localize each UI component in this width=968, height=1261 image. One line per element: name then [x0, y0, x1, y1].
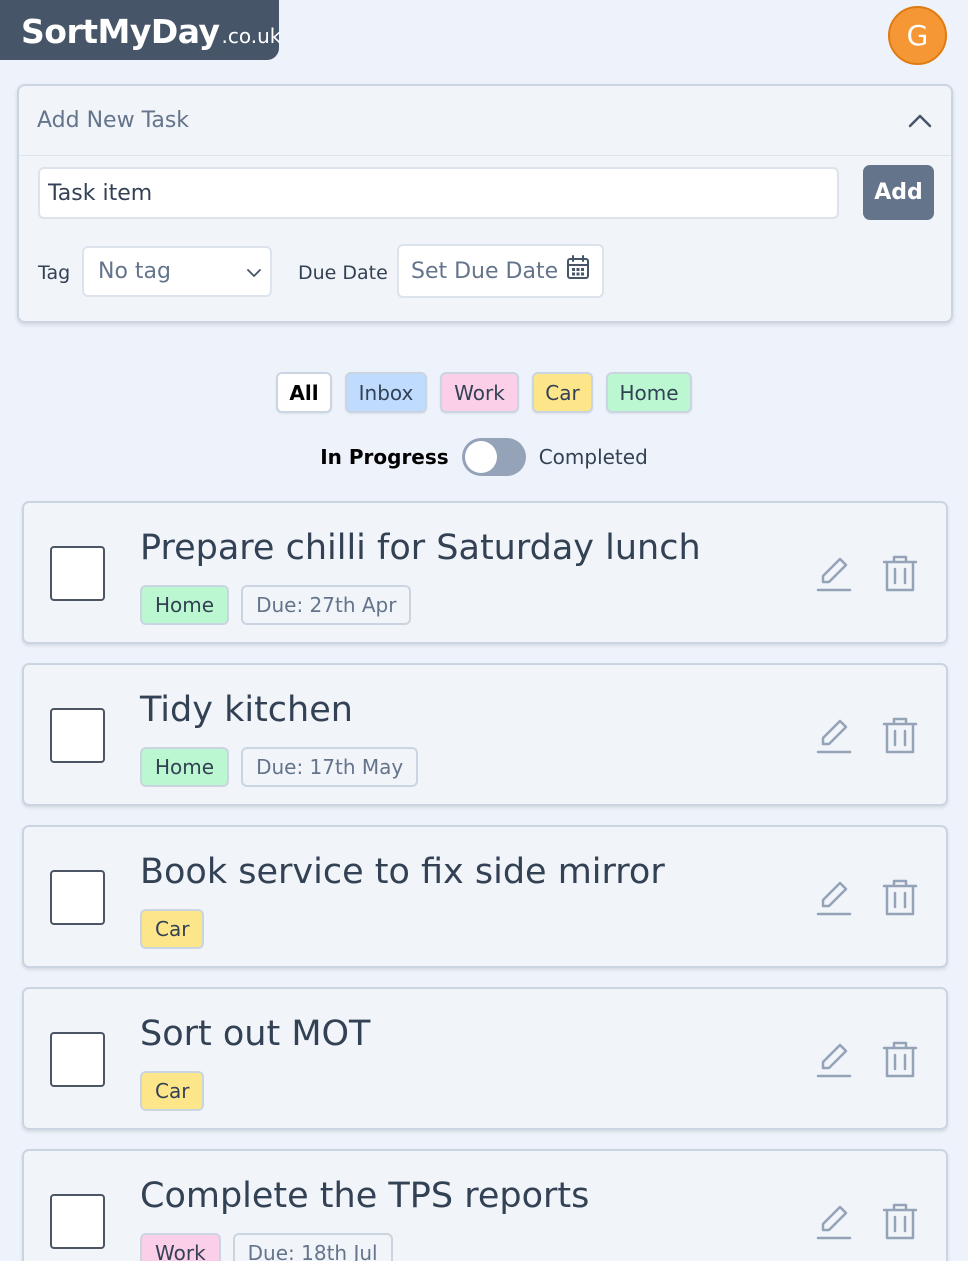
due-date-label: Due Date: [298, 262, 388, 284]
avatar[interactable]: G: [888, 6, 947, 65]
task-checkbox[interactable]: [50, 1032, 105, 1087]
task-checkbox[interactable]: [50, 546, 105, 601]
status-toggle[interactable]: [461, 438, 526, 476]
add-task-header[interactable]: Add New Task: [19, 86, 951, 156]
trash-icon[interactable]: [882, 715, 918, 755]
task-item: Book service to fix side mirror Car: [22, 825, 948, 968]
task-item: Complete the TPS reports Work Due: 18th …: [22, 1149, 948, 1261]
add-task-panel: Add New Task Add Tag No tag Due Date Set…: [17, 84, 953, 323]
site-logo[interactable]: SortMyDay .co.uk: [0, 0, 282, 60]
filter-inbox[interactable]: Inbox: [345, 372, 427, 413]
chevron-down-icon: [246, 259, 262, 284]
edit-icon[interactable]: [816, 715, 852, 755]
trash-icon[interactable]: [882, 877, 918, 917]
task-title: Book service to fix side mirror: [140, 852, 665, 892]
tag-select[interactable]: No tag: [82, 246, 272, 297]
in-progress-label: In Progress: [320, 445, 449, 469]
chevron-up-icon[interactable]: [907, 108, 933, 134]
task-tag-badge: Home: [140, 747, 230, 787]
task-tag-badge: Car: [140, 909, 205, 949]
task-tag-badge: Home: [140, 585, 230, 625]
edit-icon[interactable]: [816, 553, 852, 593]
task-item: Tidy kitchen Home Due: 17th May: [22, 663, 948, 806]
filter-car[interactable]: Car: [532, 372, 593, 413]
task-item: Prepare chilli for Saturday lunch Home D…: [22, 501, 948, 644]
task-item: Sort out MOT Car: [22, 987, 948, 1130]
task-tag-badge: Work: [140, 1233, 221, 1261]
trash-icon[interactable]: [882, 1201, 918, 1241]
edit-icon[interactable]: [816, 877, 852, 917]
add-button[interactable]: Add: [863, 165, 934, 220]
completed-label: Completed: [538, 445, 648, 469]
task-due-badge: Due: 27th Apr: [241, 585, 412, 625]
trash-icon[interactable]: [882, 1039, 918, 1079]
task-title: Complete the TPS reports: [140, 1176, 590, 1216]
tag-label: Tag: [38, 262, 71, 284]
task-checkbox[interactable]: [50, 708, 105, 763]
task-title: Sort out MOT: [140, 1014, 371, 1054]
task-list: Prepare chilli for Saturday lunch Home D…: [22, 501, 948, 1261]
task-due-badge: Due: 17th May: [241, 747, 419, 787]
edit-icon[interactable]: [816, 1201, 852, 1241]
filter-home[interactable]: Home: [606, 372, 692, 413]
logo-tld: .co.uk: [221, 24, 282, 48]
logo-brand: SortMyDay: [21, 12, 220, 51]
toggle-knob: [464, 441, 497, 473]
task-tag-badge: Car: [140, 1071, 205, 1111]
task-due-badge: Due: 18th Jul: [232, 1233, 393, 1261]
edit-icon[interactable]: [816, 1039, 852, 1079]
task-checkbox[interactable]: [50, 1194, 105, 1249]
task-title: Tidy kitchen: [140, 690, 353, 730]
calendar-icon: [566, 255, 590, 287]
set-due-date-label: Set Due Date: [411, 258, 559, 284]
task-checkbox[interactable]: [50, 870, 105, 925]
task-title: Prepare chilli for Saturday lunch: [140, 528, 701, 568]
filter-all[interactable]: All: [276, 372, 332, 413]
status-toggle-row: In Progress Completed: [0, 438, 968, 476]
trash-icon[interactable]: [882, 553, 918, 593]
task-item-input[interactable]: [38, 167, 839, 219]
tag-filters: All Inbox Work Car Home: [0, 372, 968, 413]
set-due-date-button[interactable]: Set Due Date: [397, 244, 604, 298]
add-task-title: Add New Task: [37, 108, 190, 133]
tag-select-value: No tag: [98, 259, 171, 284]
filter-work[interactable]: Work: [440, 372, 519, 413]
